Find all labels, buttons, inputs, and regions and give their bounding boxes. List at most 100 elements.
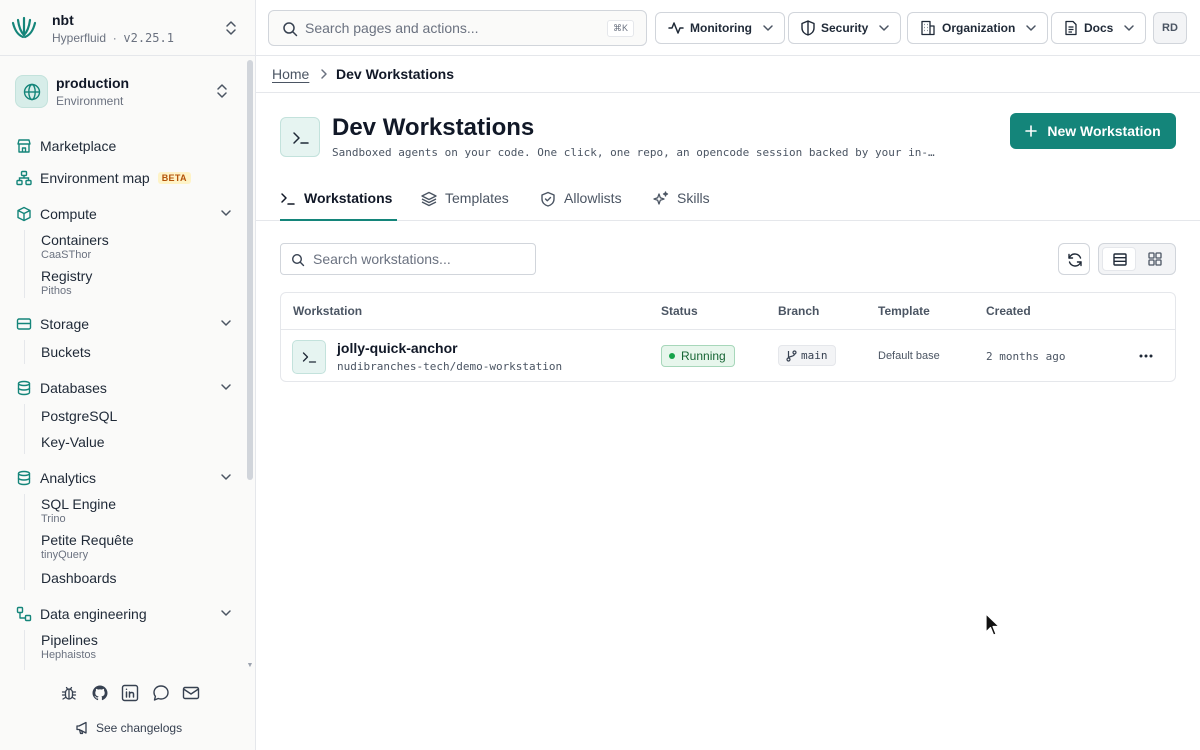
scrollbar-thumb[interactable] bbox=[247, 60, 253, 480]
tab-allowlists[interactable]: Allowlists bbox=[540, 183, 622, 221]
sidebar-item-postgresql[interactable]: PostgreSQL bbox=[41, 408, 117, 425]
user-avatar[interactable]: RD bbox=[1153, 12, 1187, 44]
table-row[interactable]: jolly-quick-anchor nudibranches-tech/dem… bbox=[281, 330, 1175, 382]
github-icon[interactable] bbox=[91, 684, 109, 702]
sidebar-item-key-value[interactable]: Key-Value bbox=[41, 434, 105, 451]
terminal-icon bbox=[280, 117, 320, 157]
terminal-icon bbox=[280, 191, 296, 207]
refresh-button[interactable] bbox=[1058, 243, 1090, 275]
tree-line bbox=[24, 230, 25, 298]
chevron-down-icon bbox=[1123, 22, 1135, 34]
sidebar-item-environment-map[interactable]: Environment map BETA bbox=[16, 167, 236, 189]
footer-links bbox=[60, 684, 200, 702]
sidebar: nbt Hyperfluid · v2.25.1 production Envi… bbox=[0, 0, 256, 750]
plus-icon bbox=[1025, 125, 1038, 137]
column-header-branch: Branch bbox=[778, 304, 820, 318]
activity-icon bbox=[668, 20, 684, 36]
search-icon bbox=[291, 253, 305, 267]
docs-menu-button[interactable]: Docs bbox=[1051, 12, 1147, 44]
sidebar-item-registry[interactable]: Registry Pithos bbox=[41, 268, 92, 298]
sidebar-group-compute[interactable]: Compute bbox=[16, 203, 236, 225]
monitoring-menu-button[interactable]: Monitoring bbox=[655, 12, 785, 44]
workstations-table: Workstation Status Branch Template Creat… bbox=[280, 292, 1176, 382]
tab-skills[interactable]: Skills bbox=[653, 183, 710, 221]
document-icon bbox=[1064, 20, 1078, 36]
shield-icon bbox=[801, 20, 815, 36]
grid-icon bbox=[1148, 252, 1162, 266]
organization-menu-button[interactable]: Organization bbox=[907, 12, 1049, 44]
box-icon bbox=[16, 206, 32, 222]
workstation-search-input[interactable]: Search workstations... bbox=[280, 243, 536, 275]
store-icon bbox=[16, 138, 32, 154]
product-version: Hyperfluid · v2.25.1 bbox=[52, 31, 174, 45]
column-header-template: Template bbox=[878, 304, 930, 318]
row-actions-button[interactable] bbox=[1133, 346, 1157, 366]
sidebar-item-containers[interactable]: Containers CaaSThor bbox=[41, 232, 109, 262]
table-header: Workstation Status Branch Template Creat… bbox=[281, 293, 1175, 330]
building-icon bbox=[920, 20, 936, 36]
chevron-down-icon bbox=[220, 317, 232, 329]
chevron-down-icon bbox=[220, 207, 232, 219]
chevron-down-icon bbox=[220, 607, 232, 619]
git-branch-icon bbox=[786, 349, 797, 362]
ellipsis-icon bbox=[1139, 354, 1153, 358]
linkedin-icon[interactable] bbox=[121, 684, 139, 702]
list-view-button[interactable] bbox=[1102, 247, 1136, 271]
globe-icon bbox=[15, 75, 48, 108]
storage-icon bbox=[16, 316, 32, 332]
breadcrumb: Home Dev Workstations bbox=[256, 56, 1200, 93]
global-search-input[interactable]: Search pages and actions... ⌘K bbox=[268, 10, 647, 46]
status-badge: Running bbox=[661, 345, 735, 367]
chevron-down-icon bbox=[878, 22, 890, 34]
megaphone-icon bbox=[75, 720, 90, 735]
chevron-down-icon bbox=[220, 471, 232, 483]
sidebar-group-data-engineering[interactable]: Data engineering bbox=[16, 603, 236, 625]
workstation-repo: nudibranches-tech/demo-workstation bbox=[337, 360, 563, 373]
branch-badge: main bbox=[778, 345, 836, 366]
search-icon bbox=[282, 21, 298, 37]
tree-line bbox=[24, 630, 25, 670]
sidebar-item-buckets[interactable]: Buckets bbox=[41, 344, 91, 361]
sidebar-item-dashboards[interactable]: Dashboards bbox=[41, 570, 117, 587]
mail-icon[interactable] bbox=[182, 684, 200, 702]
sidebar-item-marketplace[interactable]: Marketplace bbox=[16, 135, 236, 157]
bug-icon[interactable] bbox=[60, 684, 78, 702]
sidebar-group-analytics[interactable]: Analytics bbox=[16, 467, 236, 489]
beta-badge: BETA bbox=[157, 172, 191, 184]
scroll-down-arrow-icon[interactable]: ▼ bbox=[246, 662, 254, 670]
chat-icon[interactable] bbox=[152, 684, 170, 702]
new-workstation-button[interactable]: New Workstation bbox=[1010, 113, 1176, 149]
environment-switcher[interactable]: production Environment bbox=[15, 75, 245, 111]
sidebar-group-storage[interactable]: Storage bbox=[16, 313, 236, 335]
hyperfluid-logo-icon bbox=[10, 15, 38, 41]
chevron-down-icon bbox=[220, 381, 232, 393]
grid-view-button[interactable] bbox=[1138, 247, 1172, 271]
org-switcher[interactable]: nbt Hyperfluid · v2.25.1 bbox=[0, 0, 255, 56]
sidebar-item-sql-engine[interactable]: SQL Engine Trino bbox=[41, 496, 116, 526]
org-name: nbt bbox=[52, 12, 74, 28]
status-dot bbox=[669, 353, 675, 359]
chevrons-updown-icon bbox=[215, 83, 229, 99]
changelog-link[interactable]: See changelogs bbox=[75, 720, 182, 735]
shield-check-icon bbox=[540, 191, 556, 207]
sidebar-item-petite-requete[interactable]: Petite Requête tinyQuery bbox=[41, 532, 134, 562]
keyboard-shortcut: ⌘K bbox=[606, 20, 634, 37]
page-description: Sandboxed agents on your code. One click… bbox=[332, 146, 935, 159]
chevron-right-icon bbox=[318, 67, 330, 81]
breadcrumb-home-link[interactable]: Home bbox=[272, 66, 309, 82]
sidebar-scrollbar[interactable]: ▼ bbox=[246, 60, 254, 670]
template-name: Default base bbox=[878, 350, 940, 362]
tree-line bbox=[24, 340, 25, 364]
tab-workstations[interactable]: Workstations bbox=[280, 183, 397, 221]
environment-name: production bbox=[56, 75, 130, 91]
created-time: 2 months ago bbox=[986, 350, 1066, 363]
top-bar: Search pages and actions... ⌘K Monitorin… bbox=[256, 0, 1200, 56]
tree-line bbox=[24, 404, 25, 454]
network-icon bbox=[16, 170, 32, 186]
security-menu-button[interactable]: Security bbox=[788, 12, 902, 44]
sidebar-group-databases[interactable]: Databases bbox=[16, 377, 236, 399]
tab-templates[interactable]: Templates bbox=[421, 183, 509, 221]
workstation-name[interactable]: jolly-quick-anchor bbox=[337, 340, 458, 356]
sidebar-item-pipelines[interactable]: Pipelines Hephaistos bbox=[41, 632, 98, 662]
column-header-workstation: Workstation bbox=[293, 304, 363, 318]
